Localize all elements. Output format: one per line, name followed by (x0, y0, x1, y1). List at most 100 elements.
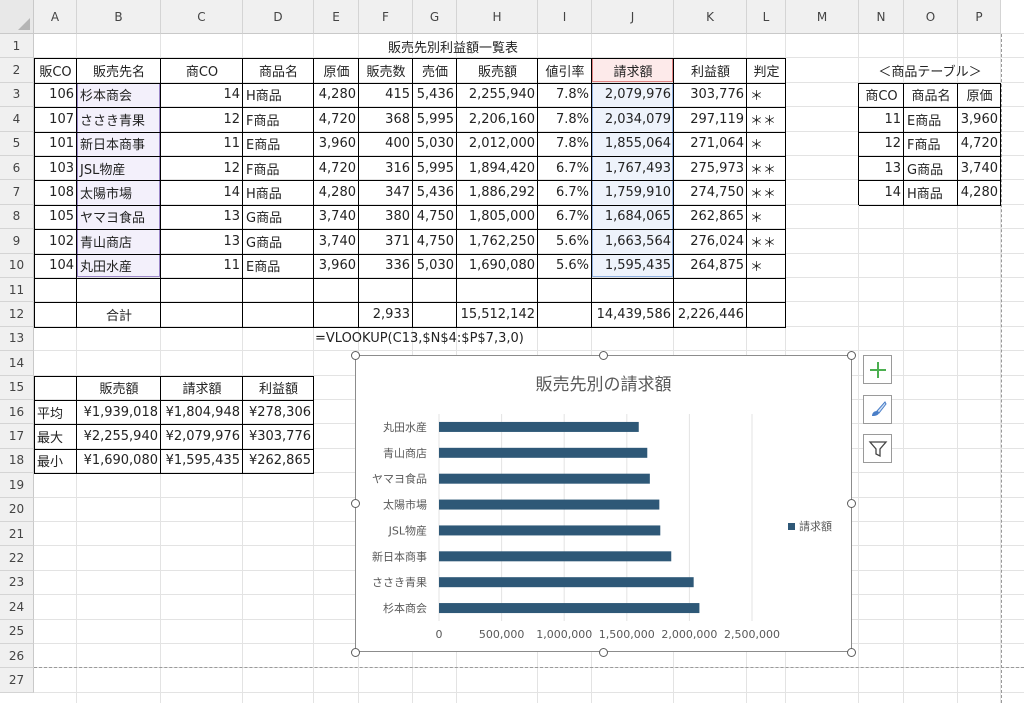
row-header[interactable]: 27 (0, 668, 34, 693)
table-cell[interactable]: 12 (161, 107, 243, 131)
table-cell[interactable]: 1,762,250 (457, 229, 538, 253)
table-cell[interactable]: ＊ (747, 205, 786, 229)
column-header[interactable]: N (859, 0, 904, 34)
table-cell[interactable]: 7.8% (538, 107, 592, 131)
table-header[interactable]: 売価 (413, 58, 457, 82)
table-cell[interactable]: 13 (161, 229, 243, 253)
product-table-cell[interactable]: 3,960 (958, 107, 1001, 131)
table-cell[interactable]: 4,750 (413, 229, 457, 253)
stats-cell[interactable]: ¥262,865 (243, 449, 314, 473)
table-cell[interactable]: 380 (359, 205, 413, 229)
row-header[interactable]: 15 (0, 375, 34, 400)
resize-handle[interactable] (847, 648, 856, 657)
stats-cell[interactable]: ¥278,306 (243, 400, 314, 424)
product-table-cell[interactable]: H商品 (904, 180, 958, 204)
row-header[interactable]: 6 (0, 156, 34, 181)
select-all-corner[interactable] (0, 0, 34, 34)
chart-filters-button[interactable] (863, 434, 892, 463)
table-cell[interactable]: 400 (359, 132, 413, 156)
product-table-cell[interactable]: 4,280 (958, 180, 1001, 204)
stats-header[interactable]: 販売額 (77, 376, 161, 400)
table-cell[interactable]: 2,034,079 (592, 107, 674, 131)
table-cell[interactable]: ＊＊ (747, 107, 786, 131)
total-sales[interactable]: 15,512,142 (457, 302, 538, 326)
stats-header[interactable]: 利益額 (243, 376, 314, 400)
table-cell[interactable]: 5,030 (413, 132, 457, 156)
table-cell[interactable]: 101 (34, 132, 77, 156)
table-cell[interactable]: ＊＊ (747, 180, 786, 204)
table-cell[interactable]: 5.6% (538, 229, 592, 253)
column-header[interactable]: C (161, 0, 243, 34)
table-cell[interactable]: 297,119 (674, 107, 747, 131)
column-header[interactable]: L (747, 0, 786, 34)
stats-label[interactable]: 最大 (34, 424, 77, 448)
table-cell[interactable]: 107 (34, 107, 77, 131)
chart-styles-button[interactable] (863, 395, 892, 424)
table-cell[interactable]: 371 (359, 229, 413, 253)
resize-handle[interactable] (351, 499, 360, 508)
table-cell[interactable]: 1,894,420 (457, 156, 538, 180)
table-header[interactable]: 販売先名 (77, 58, 161, 82)
row-header[interactable]: 4 (0, 107, 34, 132)
table-cell[interactable]: 276,024 (674, 229, 747, 253)
table-cell[interactable]: 3,960 (314, 254, 359, 278)
resize-handle[interactable] (351, 648, 360, 657)
table-cell[interactable]: 1,690,080 (457, 254, 538, 278)
row-header[interactable]: 26 (0, 644, 34, 669)
table-cell[interactable]: 11 (161, 254, 243, 278)
row-header[interactable]: 16 (0, 400, 34, 425)
table-header[interactable]: 販売額 (457, 58, 538, 82)
row-header[interactable]: 10 (0, 253, 34, 278)
column-header[interactable]: H (457, 0, 538, 34)
table-cell[interactable]: 7.8% (538, 132, 592, 156)
product-table-cell[interactable]: 11 (859, 107, 904, 131)
sheet-title[interactable]: 販売先別利益額一覧表 (314, 34, 592, 58)
row-header[interactable]: 22 (0, 546, 34, 571)
row-header[interactable]: 8 (0, 204, 34, 230)
stats-cell[interactable]: ¥1,939,018 (77, 400, 161, 424)
table-cell[interactable]: 6.7% (538, 156, 592, 180)
stats-label[interactable]: 平均 (34, 400, 77, 424)
total-profit[interactable]: 2,226,446 (674, 302, 747, 326)
row-header[interactable]: 23 (0, 570, 34, 596)
table-cell[interactable]: 丸田水産 (77, 254, 161, 278)
table-cell[interactable]: ＊＊ (747, 156, 786, 180)
column-header[interactable]: A (34, 0, 77, 34)
product-table-cell[interactable]: 13 (859, 156, 904, 180)
table-header[interactable]: 販CO (34, 58, 77, 82)
table-header[interactable]: 利益額 (674, 58, 747, 82)
table-cell[interactable]: 13 (161, 205, 243, 229)
table-cell[interactable]: 2,206,160 (457, 107, 538, 131)
product-table-cell[interactable]: 14 (859, 180, 904, 204)
table-header[interactable]: 商品名 (243, 58, 314, 82)
product-table-header[interactable]: 原価 (958, 83, 1001, 107)
stats-header[interactable]: 請求額 (161, 376, 243, 400)
table-header[interactable]: 値引率 (538, 58, 592, 82)
stats-cell[interactable]: ¥1,690,080 (77, 449, 161, 473)
table-cell[interactable]: 5.6% (538, 254, 592, 278)
row-header[interactable]: 17 (0, 424, 34, 449)
total-billed[interactable]: 14,439,586 (592, 302, 674, 326)
table-cell[interactable]: 1,886,292 (457, 180, 538, 204)
stats-label[interactable]: 最小 (34, 449, 77, 473)
column-header[interactable]: I (538, 0, 592, 34)
table-cell[interactable]: 5,436 (413, 83, 457, 107)
stats-cell[interactable]: ¥303,776 (243, 424, 314, 448)
table-cell[interactable]: 1,759,910 (592, 180, 674, 204)
column-header[interactable]: K (674, 0, 747, 34)
table-cell[interactable]: 12 (161, 156, 243, 180)
row-header[interactable]: 5 (0, 131, 34, 156)
stats-cell[interactable]: ¥1,595,435 (161, 449, 243, 473)
table-cell[interactable]: 274,750 (674, 180, 747, 204)
table-cell[interactable]: 11 (161, 132, 243, 156)
product-table-header[interactable]: 商CO (859, 83, 904, 107)
table-cell[interactable]: 青山商店 (77, 229, 161, 253)
resize-handle[interactable] (599, 648, 608, 657)
row-header[interactable]: 13 (0, 326, 34, 352)
row-header[interactable]: 21 (0, 522, 34, 547)
table-cell[interactable]: 105 (34, 205, 77, 229)
total-label[interactable]: 合計 (77, 302, 161, 326)
table-cell[interactable]: 6.7% (538, 180, 592, 204)
table-cell[interactable]: ささき青果 (77, 107, 161, 131)
row-header[interactable]: 12 (0, 302, 34, 327)
